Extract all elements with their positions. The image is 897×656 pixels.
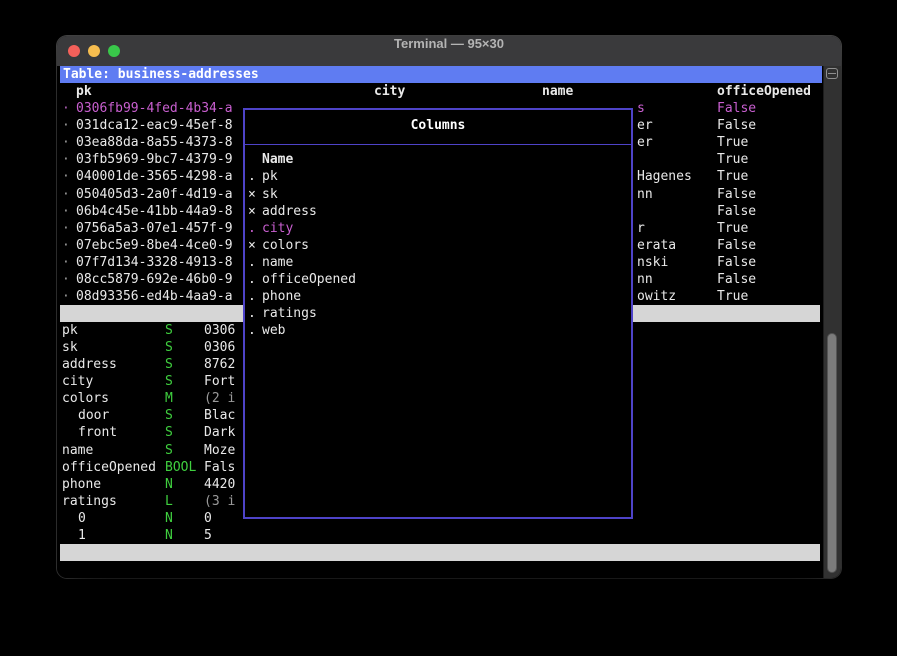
modal-column-item-name[interactable]: . name — [57, 254, 841, 271]
attribute-value: Moze — [204, 442, 235, 459]
column-name-label: officeOpened — [262, 271, 356, 288]
attribute-value: 0306 — [204, 339, 235, 356]
attribute-value: 5 — [204, 527, 212, 544]
attribute-key: front — [78, 424, 117, 441]
column-name-label: address — [262, 203, 317, 220]
modal-title-divider — [245, 144, 631, 145]
item-attribute-row[interactable]: 1 N 5 — [57, 527, 841, 544]
attribute-key: ratings — [62, 493, 117, 510]
pk-cell: 031dca12-eac9-45ef-8 — [76, 117, 233, 134]
visibility-marker-icon: × — [248, 186, 256, 203]
window-title: Terminal — 95×30 — [57, 36, 841, 66]
officeopened-cell: False — [717, 100, 756, 117]
attribute-key: city — [62, 373, 93, 390]
modal-column-item-city[interactable]: . city — [57, 220, 841, 237]
status-bar: All results — [60, 544, 820, 561]
attribute-key: officeOpened — [62, 459, 156, 476]
officeopened-cell: True — [717, 134, 748, 151]
column-header-officeopened[interactable]: officeOpened — [717, 83, 811, 100]
split-pane-icon[interactable] — [826, 68, 838, 79]
column-name-label: web — [262, 322, 285, 339]
row-bullet-icon: · — [62, 100, 70, 117]
column-name-label: ratings — [262, 305, 317, 322]
column-header-city[interactable]: city — [374, 83, 405, 100]
column-name-label: colors — [262, 237, 309, 254]
attribute-type: S — [165, 339, 173, 356]
attribute-key: name — [62, 442, 93, 459]
modal-column-item-ratings[interactable]: . ratings — [57, 305, 841, 322]
modal-list-header: Name — [262, 151, 293, 168]
attribute-value: Fals — [204, 459, 235, 476]
visibility-marker-icon: × — [248, 203, 256, 220]
table-title-bar: Table: business-addresses — [60, 66, 822, 83]
attribute-key: colors — [62, 390, 109, 407]
attribute-type: BOOL — [165, 459, 196, 476]
attribute-key: door — [78, 407, 109, 424]
modal-column-item-phone[interactable]: . phone — [57, 288, 841, 305]
modal-column-item-colors[interactable]: × colors — [57, 237, 841, 254]
attribute-value: Dark — [204, 424, 235, 441]
attribute-type: S — [165, 373, 173, 390]
column-name-label: sk — [262, 186, 278, 203]
row-bullet-icon: · — [62, 117, 70, 134]
attribute-type: L — [165, 493, 173, 510]
column-name-label: phone — [262, 288, 301, 305]
attribute-value: (2 i — [204, 390, 235, 407]
attribute-value: 0 — [204, 510, 212, 527]
visibility-marker-icon: . — [248, 220, 256, 237]
column-header-name[interactable]: name — [542, 83, 573, 100]
modal-column-item-sk[interactable]: × sk — [57, 186, 841, 203]
attribute-type: N — [165, 527, 173, 544]
column-name-label: city — [262, 220, 293, 237]
table-header-row: pk city name officeOpened — [57, 83, 841, 100]
attribute-value: Blac — [204, 407, 235, 424]
name-cell: er — [637, 117, 653, 134]
attribute-type: S — [165, 407, 173, 424]
attribute-type: S — [165, 424, 173, 441]
modal-title: Columns — [243, 117, 633, 134]
attribute-key: phone — [62, 476, 101, 493]
visibility-marker-icon: . — [248, 271, 256, 288]
attribute-value: 4420 — [204, 476, 235, 493]
scrollbar-thumb[interactable] — [827, 333, 837, 573]
visibility-marker-icon: . — [248, 168, 256, 185]
officeopened-cell: False — [717, 117, 756, 134]
row-bullet-icon: · — [62, 134, 70, 151]
terminal-content: Table: business-addresses pk city name o… — [57, 66, 841, 578]
column-name-label: pk — [262, 168, 278, 185]
pk-cell: 03ea88da-8a55-4373-8 — [76, 134, 233, 151]
modal-column-item-web[interactable]: . web — [57, 322, 841, 339]
attribute-type: S — [165, 356, 173, 373]
attribute-key: address — [62, 356, 117, 373]
visibility-marker-icon: . — [248, 305, 256, 322]
attribute-type: S — [165, 442, 173, 459]
visibility-marker-icon: . — [248, 288, 256, 305]
terminal-window: Terminal — 95×30 Table: business-address… — [57, 36, 841, 578]
attribute-type: N — [165, 476, 173, 493]
status-bar-label: All results — [110, 562, 196, 577]
attribute-value: 8762 — [204, 356, 235, 373]
visibility-marker-icon: . — [248, 254, 256, 271]
visibility-marker-icon: × — [248, 237, 256, 254]
modal-column-item-officeopened[interactable]: . officeOpened — [57, 271, 841, 288]
modal-column-item-address[interactable]: × address — [57, 203, 841, 220]
row-bullet-icon: · — [62, 151, 70, 168]
name-cell: s — [637, 100, 645, 117]
attribute-type: M — [165, 390, 173, 407]
officeopened-cell: True — [717, 151, 748, 168]
visibility-marker-icon: . — [248, 322, 256, 339]
titlebar[interactable]: Terminal — 95×30 — [57, 36, 841, 67]
pk-cell: 03fb5969-9bc7-4379-9 — [76, 151, 233, 168]
attribute-value: Fort — [204, 373, 235, 390]
column-header-pk[interactable]: pk — [76, 83, 92, 100]
attribute-key: 0 — [78, 510, 86, 527]
modal-column-item-pk[interactable]: . pk — [57, 168, 841, 185]
attribute-key: 1 — [78, 527, 86, 544]
attribute-type: N — [165, 510, 173, 527]
column-name-label: name — [262, 254, 293, 271]
attribute-value: (3 i — [204, 493, 235, 510]
name-cell: er — [637, 134, 653, 151]
pk-cell: 0306fb99-4fed-4b34-a — [76, 100, 233, 117]
attribute-key: sk — [62, 339, 78, 356]
